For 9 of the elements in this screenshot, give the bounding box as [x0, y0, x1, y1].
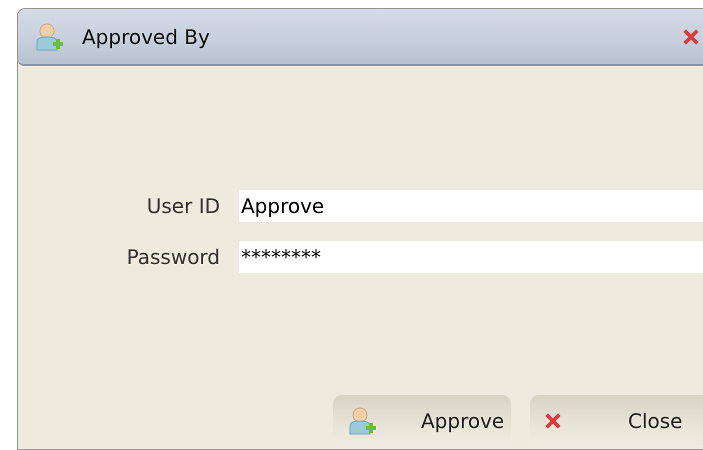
input-field[interactable]: ********	[239, 241, 703, 273]
close-icon[interactable]	[682, 28, 700, 46]
user-add-icon	[347, 406, 377, 436]
input-field[interactable]: Approve	[239, 190, 703, 222]
user-add-icon	[34, 22, 64, 52]
close-icon	[544, 412, 562, 430]
field-label: User ID	[146, 194, 221, 218]
field-label: Password	[126, 245, 221, 269]
window-title: Approved By	[82, 24, 211, 48]
